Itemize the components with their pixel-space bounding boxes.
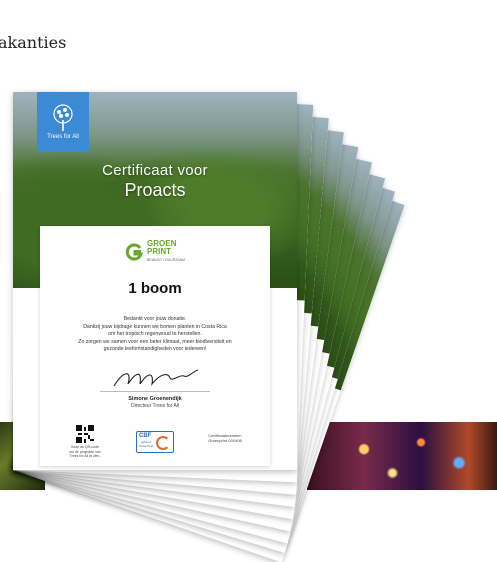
sponsor-logo: GROEN PRINT BEWUST • DUURZAAM bbox=[40, 240, 270, 264]
certificate-card: GROEN PRINT BEWUST • DUURZAAM 1 boom Bed… bbox=[40, 226, 270, 466]
groenprint-logo-icon bbox=[125, 243, 144, 261]
logo-tagline: BEWUST • DUURZAAM bbox=[147, 258, 185, 262]
certificate-title: Certificaat voor bbox=[102, 162, 208, 179]
certificate-heading: Certificaat voor Proacts bbox=[13, 162, 297, 201]
certificate-number: Certificaatnummer: Groenprint-000408 bbox=[208, 433, 242, 443]
signature-line bbox=[100, 391, 210, 392]
trees-for-all-badge: Trees for All bbox=[37, 92, 89, 152]
signature-image bbox=[113, 369, 199, 387]
signer-name: Simone Groenendijk bbox=[128, 396, 182, 402]
certificate-recipient: Proacts bbox=[124, 180, 186, 200]
donation-amount: 1 boom bbox=[128, 280, 182, 297]
qr-caption: Scan de QR-code om de projecten van Tree… bbox=[69, 445, 101, 459]
cbf-seal: CBF Erkend Goed Doel bbox=[136, 431, 174, 453]
cbf-mark-icon bbox=[156, 436, 170, 450]
qr-code-icon bbox=[76, 425, 94, 443]
badge-label: Trees for All bbox=[47, 134, 79, 140]
logo-line2: PRINT bbox=[147, 247, 172, 256]
signer-role: Directeur Trees for All bbox=[130, 403, 180, 409]
tree-icon bbox=[53, 104, 73, 131]
certificate-fan: Trees for All Certificaat voor Proacts G… bbox=[0, 0, 497, 562]
thank-you-text: Bedankt voor jouw donatie. Dankzij jouw … bbox=[78, 316, 232, 353]
front-certificate: Trees for All Certificaat voor Proacts G… bbox=[13, 92, 297, 470]
